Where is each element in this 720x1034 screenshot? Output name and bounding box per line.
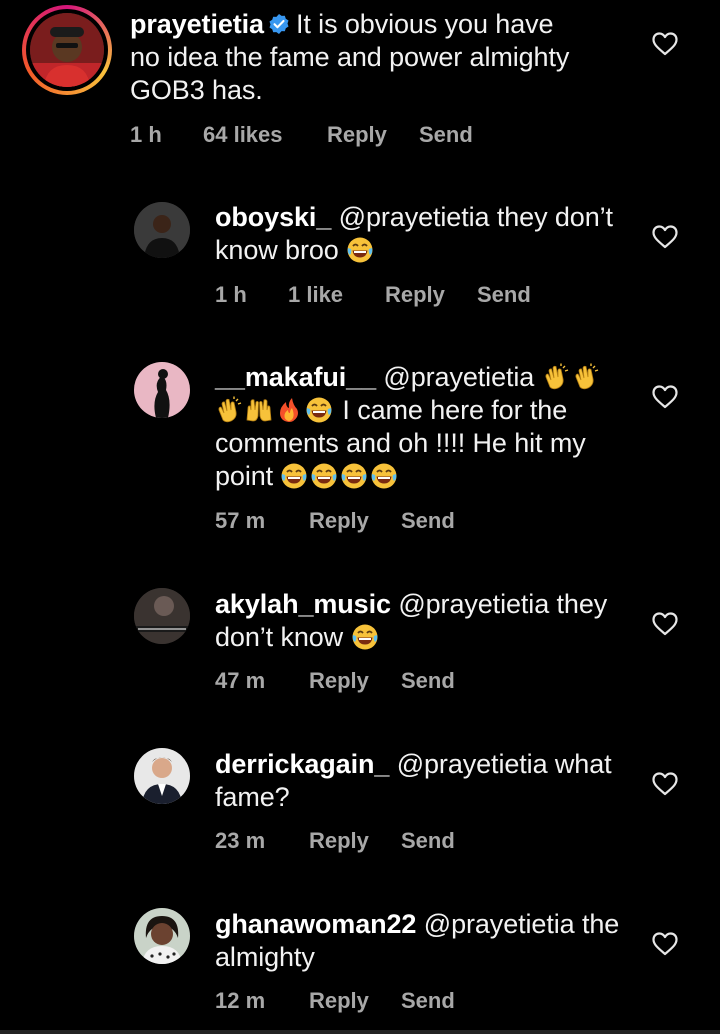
username[interactable]: ghanawoman22 [215, 909, 416, 939]
like-heart-icon[interactable] [652, 225, 678, 249]
reply-button[interactable]: Reply [385, 282, 477, 308]
comment-text: know broo [215, 235, 339, 265]
tears-of-joy-emoji [370, 462, 398, 490]
like-heart-icon[interactable] [652, 612, 678, 636]
comment-meta: 12 m Reply Send [215, 988, 455, 1014]
likes-count[interactable]: 1 like [288, 282, 385, 308]
reply-button[interactable]: Reply [309, 828, 401, 854]
comment-text: point [215, 461, 274, 491]
username[interactable]: oboyski_ [215, 202, 331, 232]
avatar[interactable] [30, 13, 104, 87]
avatar[interactable] [134, 202, 190, 258]
comment-prayetietia: prayetietia It is obvious you have no ide… [0, 0, 720, 170]
comment-makafui: __makafui__ @prayetietia I came here for… [0, 355, 720, 545]
reply-button[interactable]: Reply [309, 668, 401, 694]
comment-text: they don’t [496, 202, 613, 232]
send-button[interactable]: Send [401, 828, 455, 854]
comment-body: derrickagain_ @prayetietia what fame? [215, 748, 635, 814]
timestamp: 1 h [130, 122, 162, 147]
comment-text: what [554, 749, 612, 779]
comment-text: don’t know [215, 622, 344, 652]
clapping-hands-emoji [542, 363, 570, 391]
comment-meta: 57 m Reply Send [215, 508, 455, 534]
tears-of-joy-emoji [310, 462, 338, 490]
username[interactable]: derrickagain_ [215, 749, 389, 779]
comment-text-line: It is obvious you have [295, 9, 554, 39]
send-button[interactable]: Send [401, 988, 455, 1014]
comment-text-line: no idea the fame and power almighty [130, 42, 570, 72]
comment-text: the [581, 909, 620, 939]
comment-body: akylah_music @prayetietia they don’t kno… [215, 588, 635, 654]
timestamp: 1 h [215, 282, 247, 307]
mention-link[interactable]: @prayetietia [398, 589, 549, 619]
timestamp: 47 m [215, 668, 266, 693]
tears-of-joy-emoji [346, 236, 374, 264]
like-heart-icon[interactable] [652, 772, 678, 796]
comment-akylah-music: akylah_music @prayetietia they don’t kno… [0, 582, 720, 702]
send-button[interactable]: Send [401, 668, 455, 694]
comment-text: fame? [215, 782, 290, 812]
like-heart-icon[interactable] [652, 385, 678, 409]
verified-badge-icon [268, 13, 290, 35]
raising-hands-emoji [245, 396, 273, 424]
reply-button[interactable]: Reply [309, 508, 401, 534]
fire-emoji [275, 396, 303, 424]
comment-body: __makafui__ @prayetietia I came here for… [215, 361, 635, 493]
username[interactable]: akylah_music [215, 589, 391, 619]
like-heart-icon[interactable] [652, 932, 678, 956]
send-button[interactable]: Send [401, 508, 455, 534]
comment-text-line: GOB3 has. [130, 75, 263, 105]
avatar[interactable] [134, 362, 190, 418]
comment-ghanawoman22: ghanawoman22 @prayetietia the almighty 1… [0, 902, 720, 1022]
comment-body: oboyski_ @prayetietia they don’t know br… [215, 201, 635, 267]
comment-text: I came here for the [342, 395, 568, 425]
timestamp: 57 m [215, 508, 266, 533]
mention-link[interactable]: @prayetietia [397, 749, 548, 779]
comment-text: comments and oh !!!! He hit my [215, 428, 586, 458]
tears-of-joy-emoji [351, 623, 379, 651]
comment-meta: 1 h 1 like Reply Send [215, 282, 531, 308]
mention-link[interactable]: @prayetietia [424, 909, 575, 939]
comment-meta: 47 m Reply Send [215, 668, 455, 694]
avatar[interactable] [134, 908, 190, 964]
avatar[interactable] [134, 588, 190, 644]
timestamp: 12 m [215, 988, 266, 1013]
username[interactable]: __makafui__ [215, 362, 376, 392]
clapping-hands-emoji [572, 363, 600, 391]
comment-text: almighty [215, 942, 315, 972]
mention-link[interactable]: @prayetietia [339, 202, 490, 232]
comment-meta: 1 h 64 likes Reply Send [130, 122, 473, 148]
likes-count[interactable]: 64 likes [203, 122, 327, 148]
send-button[interactable]: Send [419, 122, 473, 148]
reply-button[interactable]: Reply [309, 988, 401, 1014]
timestamp: 23 m [215, 828, 266, 853]
comment-body: ghanawoman22 @prayetietia the almighty [215, 908, 635, 974]
tears-of-joy-emoji [305, 396, 333, 424]
comment-derrickagain: derrickagain_ @prayetietia what fame? 23… [0, 742, 720, 862]
clapping-hands-emoji [215, 396, 243, 424]
comment-text: they [556, 589, 608, 619]
reply-button[interactable]: Reply [327, 122, 419, 148]
send-button[interactable]: Send [477, 282, 531, 308]
comment-meta: 23 m Reply Send [215, 828, 455, 854]
avatar[interactable] [134, 748, 190, 804]
tears-of-joy-emoji [280, 462, 308, 490]
bottom-divider [0, 1030, 720, 1034]
tears-of-joy-emoji [340, 462, 368, 490]
comment-oboyski: oboyski_ @prayetietia they don’t know br… [0, 195, 720, 325]
like-heart-icon[interactable] [652, 32, 678, 56]
comment-body: prayetietia It is obvious you have no ide… [130, 8, 650, 107]
username[interactable]: prayetietia [130, 9, 264, 39]
mention-link[interactable]: @prayetietia [383, 362, 534, 392]
